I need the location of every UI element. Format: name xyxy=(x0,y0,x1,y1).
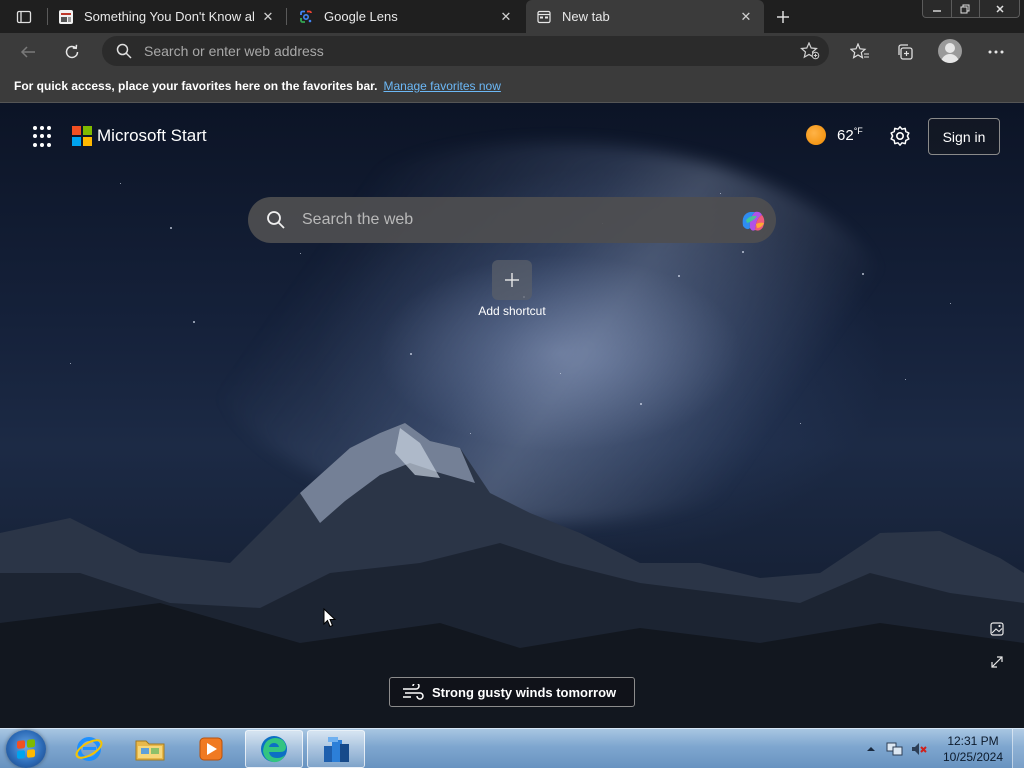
clock-date: 10/25/2024 xyxy=(942,750,1004,764)
web-search-box[interactable] xyxy=(248,197,776,243)
window-close-button[interactable] xyxy=(979,0,1019,17)
favorites-button[interactable] xyxy=(845,37,875,67)
collections-icon xyxy=(898,44,913,60)
page-settings-button[interactable] xyxy=(888,124,912,148)
restore-button[interactable] xyxy=(951,0,979,17)
favorites-bar-message: For quick access, place your favorites h… xyxy=(14,79,378,93)
wind-icon xyxy=(403,684,424,700)
new-tab-page: Microsoft Start 62°F Sign in Add shortcu… xyxy=(0,103,1024,728)
browser-toolbar xyxy=(0,33,1024,70)
tab-actions-menu-icon[interactable] xyxy=(8,5,40,29)
tab-title: Something You Don't Know about xyxy=(84,9,254,24)
tab-separator xyxy=(286,8,287,25)
system-tray xyxy=(866,729,928,768)
taskbar-internet-explorer[interactable] xyxy=(60,730,118,768)
tab-google-lens[interactable]: Google Lens ✕ xyxy=(288,0,524,33)
add-shortcut-button[interactable] xyxy=(492,260,532,300)
tab-close-icon[interactable]: ✕ xyxy=(498,9,514,25)
app-launcher-icon[interactable] xyxy=(33,126,55,148)
manage-favorites-link[interactable]: Manage favorites now xyxy=(383,79,500,93)
favorites-bar: For quick access, place your favorites h… xyxy=(0,70,1024,103)
tab-close-icon[interactable]: ✕ xyxy=(738,9,754,25)
show-desktop-button[interactable] xyxy=(1012,729,1024,768)
tab-new-tab[interactable]: New tab ✕ xyxy=(526,0,764,33)
add-shortcut-label: Add shortcut xyxy=(478,304,546,318)
microsoft-start-title[interactable]: Microsoft Start xyxy=(97,126,207,146)
gear-icon xyxy=(890,126,910,146)
search-icon xyxy=(116,43,132,59)
blue-folder-app-icon xyxy=(324,737,349,762)
address-bar[interactable] xyxy=(102,36,829,66)
expand-icon[interactable] xyxy=(987,652,1007,672)
taskbar-media-player[interactable] xyxy=(182,730,240,768)
weather-alert-pill[interactable]: Strong gusty winds tomorrow xyxy=(389,677,635,707)
internet-explorer-icon xyxy=(75,737,103,761)
search-icon xyxy=(267,211,285,229)
microsoft-logo-icon xyxy=(72,126,92,146)
taskbar-file-explorer[interactable] xyxy=(121,730,179,768)
tab-article[interactable]: Something You Don't Know about ✕ xyxy=(48,0,286,33)
system-clock[interactable]: 12:31 PM 10/25/2024 xyxy=(940,733,1006,765)
show-hidden-icons-icon[interactable] xyxy=(866,744,876,754)
taskbar-edge[interactable] xyxy=(245,730,303,768)
weather-alert-text: Strong gusty winds tomorrow xyxy=(432,684,617,700)
folder-icon xyxy=(135,740,165,761)
window-controls xyxy=(922,0,1020,18)
copilot-icon[interactable] xyxy=(738,206,768,234)
windows-logo-icon xyxy=(17,739,35,759)
tab-title: Google Lens xyxy=(324,9,398,24)
more-dots-icon xyxy=(988,50,1004,54)
media-player-icon xyxy=(199,737,223,761)
mouse-cursor-icon xyxy=(323,608,337,628)
edge-icon xyxy=(261,736,287,763)
google-lens-icon xyxy=(298,9,314,25)
back-arrow-icon xyxy=(20,46,35,58)
back-button[interactable] xyxy=(13,37,43,67)
address-input[interactable] xyxy=(144,43,764,59)
volume-muted-icon[interactable] xyxy=(910,740,928,758)
settings-more-button[interactable] xyxy=(981,37,1011,67)
plus-icon xyxy=(777,11,789,23)
temperature: 62°F xyxy=(837,126,863,144)
tab-strip: Something You Don't Know about ✕ Google … xyxy=(0,0,1024,33)
sunny-weather-icon xyxy=(806,125,826,145)
minimize-button[interactable] xyxy=(923,0,951,17)
profile-avatar[interactable] xyxy=(938,39,962,63)
tab-close-icon[interactable]: ✕ xyxy=(260,9,276,25)
collections-button[interactable] xyxy=(890,37,920,67)
refresh-icon xyxy=(65,44,79,59)
weather-widget[interactable]: 62°F xyxy=(806,125,863,145)
plus-icon xyxy=(505,273,519,287)
favorites-star-list-icon xyxy=(850,43,869,59)
start-button[interactable] xyxy=(6,730,46,768)
taskbar-blue-app[interactable] xyxy=(307,730,365,768)
tab-title: New tab xyxy=(562,9,610,24)
new-tab-button[interactable] xyxy=(770,4,796,30)
add-favorite-icon[interactable] xyxy=(799,41,821,61)
refresh-button[interactable] xyxy=(57,37,87,67)
sign-in-button[interactable]: Sign in xyxy=(928,118,1000,155)
web-search-input[interactable] xyxy=(302,211,722,229)
network-icon[interactable] xyxy=(886,740,904,758)
article-favicon xyxy=(58,9,74,25)
new-tab-icon xyxy=(536,9,552,25)
clock-time: 12:31 PM xyxy=(947,734,999,748)
windows-taskbar: 12:31 PM 10/25/2024 xyxy=(0,728,1024,768)
background-image-icon[interactable] xyxy=(987,619,1007,639)
